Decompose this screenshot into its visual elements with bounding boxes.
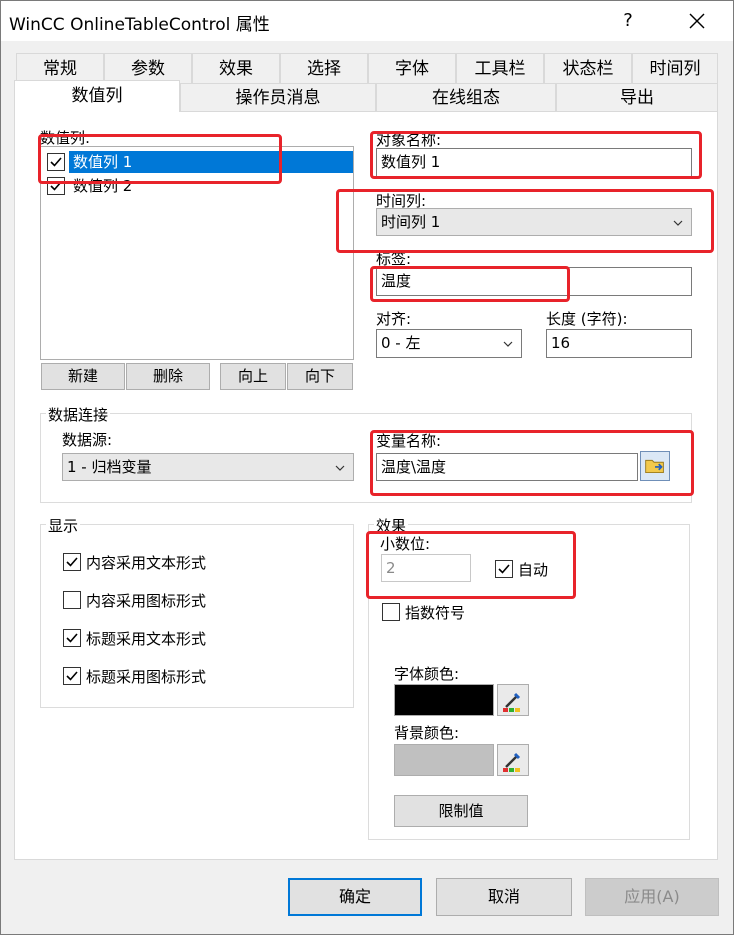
exponent-label: 指数符号	[405, 604, 466, 622]
title-as-text-checkbox[interactable]	[63, 629, 81, 647]
object-name-input[interactable]: 数值列 1	[376, 148, 692, 177]
new-button[interactable]: 新建	[41, 363, 125, 390]
value-column-list[interactable]: 数值列 1 数值列 2	[40, 146, 354, 360]
decimals-label: 小数位:	[380, 535, 431, 553]
content-as-text-label: 内容采用文本形式	[86, 554, 207, 572]
checkmark-icon	[66, 633, 78, 643]
move-down-button[interactable]: 向下	[287, 363, 353, 390]
list-item[interactable]: 数值列 1	[45, 151, 353, 173]
content-as-icon-checkbox[interactable]	[63, 591, 81, 609]
eyedropper-icon	[503, 692, 521, 712]
tag-label-input[interactable]: 温度	[376, 267, 692, 296]
time-column-select[interactable]: 时间列 1	[376, 208, 692, 236]
data-source-value: 1 - 归档变量	[67, 458, 152, 476]
data-connection-title: 数据连接	[46, 404, 111, 425]
browse-variable-button[interactable]	[640, 451, 670, 481]
checkmark-icon	[66, 557, 78, 567]
variable-name-label: 变量名称:	[376, 432, 442, 450]
checkmark-icon	[66, 671, 78, 681]
move-up-button[interactable]: 向上	[220, 363, 286, 390]
bg-color-swatch[interactable]	[394, 744, 494, 776]
exponent-checkbox[interactable]	[382, 603, 400, 621]
value-column-2-checkbox[interactable]	[47, 177, 65, 195]
data-source-select[interactable]: 1 - 归档变量	[62, 453, 354, 481]
bg-color-label: 背景颜色:	[394, 724, 460, 742]
decimals-input[interactable]: 2	[381, 554, 471, 582]
content-as-icon-label: 内容采用图标形式	[86, 592, 207, 610]
tag-label-label: 标签:	[376, 250, 412, 268]
alignment-select[interactable]: 0 - 左	[376, 329, 522, 358]
limits-button[interactable]: 限制值	[394, 795, 528, 827]
checkmark-icon	[498, 564, 510, 574]
value-column-list-label: 数值列:	[40, 129, 91, 147]
value-column-1-checkbox[interactable]	[47, 153, 65, 171]
bg-color-picker-button[interactable]	[497, 744, 529, 776]
auto-decimals-checkbox[interactable]	[495, 560, 513, 578]
list-item-label: 数值列 1	[69, 151, 353, 173]
content-as-text-checkbox[interactable]	[63, 553, 81, 571]
list-item-label: 数值列 2	[73, 177, 133, 195]
list-item[interactable]: 数值列 2	[45, 175, 353, 197]
font-color-picker-button[interactable]	[497, 684, 529, 716]
font-color-label: 字体颜色:	[394, 665, 460, 683]
folder-icon	[645, 459, 664, 473]
data-source-label: 数据源:	[62, 431, 113, 449]
chevron-down-icon	[673, 220, 683, 226]
checkmark-icon	[50, 157, 62, 167]
title-as-icon-label: 标题采用图标形式	[86, 668, 207, 686]
alignment-value: 0 - 左	[381, 334, 421, 352]
font-color-swatch[interactable]	[394, 684, 494, 716]
checkmark-icon	[50, 181, 62, 191]
chevron-down-icon	[335, 465, 345, 471]
object-name-label: 对象名称:	[376, 131, 442, 149]
length-input[interactable]: 16	[546, 329, 692, 358]
chevron-down-icon	[503, 341, 513, 347]
time-column-value: 时间列 1	[381, 213, 441, 231]
alignment-label: 对齐:	[376, 310, 412, 328]
title-as-text-label: 标题采用文本形式	[86, 630, 207, 648]
display-title: 显示	[46, 515, 81, 536]
eyedropper-icon	[503, 752, 521, 772]
auto-decimals-label: 自动	[518, 561, 549, 579]
length-label: 长度 (字符):	[546, 310, 628, 328]
delete-button[interactable]: 删除	[126, 363, 210, 390]
variable-name-input[interactable]: 温度\温度	[376, 453, 638, 481]
title-as-icon-checkbox[interactable]	[63, 667, 81, 685]
